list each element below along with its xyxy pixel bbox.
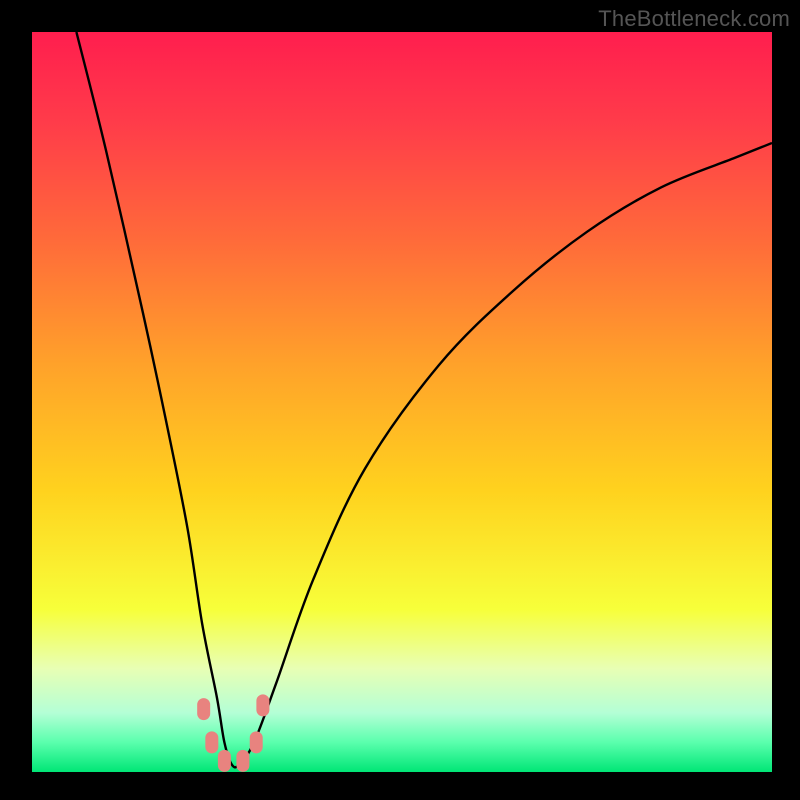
curve-marker — [256, 694, 269, 716]
chart-svg — [32, 32, 772, 772]
gradient-background — [32, 32, 772, 772]
plot-area — [32, 32, 772, 772]
watermark-text: TheBottleneck.com — [598, 6, 790, 32]
curve-marker — [205, 731, 218, 753]
curve-marker — [236, 750, 249, 772]
curve-marker — [218, 750, 231, 772]
chart-frame: TheBottleneck.com — [0, 0, 800, 800]
curve-marker — [250, 731, 263, 753]
curve-marker — [197, 698, 210, 720]
